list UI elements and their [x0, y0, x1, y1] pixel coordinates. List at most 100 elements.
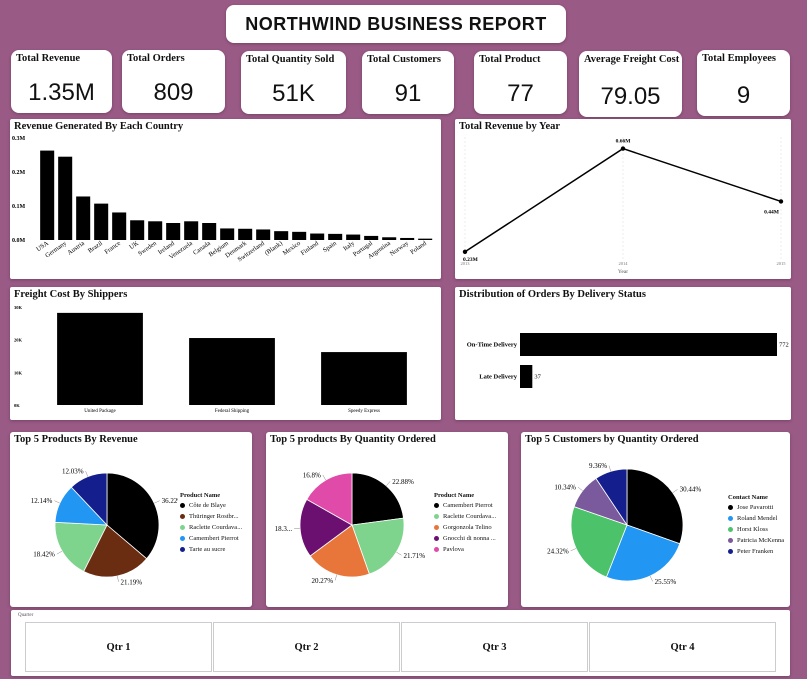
slice-label: 21.19%: [121, 578, 143, 586]
kpi-total-customers: Total Customers 91: [362, 51, 454, 114]
x-tick-label: 2015: [777, 261, 787, 266]
bar: [382, 237, 397, 240]
slice-label: 9.36%: [589, 462, 607, 470]
legend-label: Peter Franken: [737, 548, 774, 555]
kpi-total-orders: Total Orders 809: [122, 50, 225, 113]
leader-line: [649, 575, 653, 582]
legend-swatch: [434, 547, 439, 552]
kpi-label: Total Orders: [127, 53, 185, 64]
country-revenue-chart: 0.0M0.1M0.2M0.3MUSAGermanyAustria Brazil F…: [12, 136, 433, 263]
data-point: [620, 146, 626, 151]
kpi-total-employees: Total Employees 9: [697, 50, 790, 116]
bar: [40, 150, 55, 240]
bar: [256, 229, 271, 240]
pie-panel-products-quantity: Top 5 products By Quantity Ordered 22.88…: [266, 432, 508, 607]
products-quantity-pie: 22.88% 21.71% 20.27% 18.3... 16.8%: [275, 471, 426, 585]
pie-legend: Product Name Côte de Blaye Thüringer Rostb…: [180, 492, 242, 557]
kpi-label: Total Revenue: [16, 53, 81, 64]
leader-line: [322, 474, 327, 481]
leader-line: [54, 500, 60, 504]
x-tick-label: 2014: [619, 261, 629, 266]
slice-label: 20.27%: [311, 577, 333, 585]
legend-swatch: [728, 516, 733, 521]
legend-item: Raclette Courdava...: [180, 524, 242, 531]
legend-item: Camembert Pierrot: [180, 535, 242, 542]
quarter-slicer: Quarter Qtr 1 Qtr 2 Qtr 3 Qtr 4: [11, 610, 790, 676]
bar: [238, 228, 253, 240]
legend-swatch: [434, 514, 439, 519]
x-tick-label: Speedy Express: [348, 409, 380, 414]
leader-line: [154, 500, 160, 504]
bar: [520, 365, 533, 388]
bar: [76, 196, 91, 240]
kpi-value: 9: [736, 82, 751, 109]
shipper-chart-title: Freight Cost By Shippers: [14, 289, 128, 300]
legend-item: Gorgonzola Telino: [434, 524, 496, 531]
leader-line: [396, 551, 402, 556]
x-tick-label: Brazil: [87, 240, 104, 255]
legend-swatch: [728, 538, 733, 543]
y-tick-label: 0.1M: [12, 204, 26, 210]
kpi-total-revenue: Total Revenue 1.35M: [11, 50, 112, 113]
year-revenue-panel: Total Revenue by Year 2013 2014 2015 0.23M 0…: [455, 119, 791, 279]
legend-label: Camembert Pierrot: [443, 502, 493, 509]
report-title: NORTHWIND BUSINESS REPORT: [226, 5, 566, 43]
quarter-option-qtr4[interactable]: Qtr 4: [589, 622, 776, 672]
bar: [94, 203, 109, 240]
slice-label: 24.32%: [547, 547, 569, 555]
quarter-option-qtr3[interactable]: Qtr 3: [401, 622, 588, 672]
legend-item: Peter Franken: [728, 548, 784, 555]
legend-item: Patricia McKenna: [728, 537, 784, 544]
leader-line: [334, 574, 338, 581]
slice-label: 12.14%: [31, 497, 53, 505]
legend-item: Horst Kloss: [728, 526, 784, 533]
legend-label: Tarte au sucre: [189, 546, 226, 553]
kpi-label: Total Customers: [367, 54, 441, 65]
kpi-label: Total Employees: [702, 53, 776, 64]
legend-item: Camembert Pierrot: [434, 502, 496, 509]
country-revenue-panel: Revenue Generated By Each Country 0.0M 0.…: [10, 119, 441, 279]
quarter-option-qtr2[interactable]: Qtr 2: [213, 622, 400, 672]
bar: [184, 221, 199, 240]
kpi-value: 809: [153, 79, 194, 106]
legend-swatch: [728, 505, 733, 510]
legend-label: Camembert Pierrot: [189, 535, 239, 542]
category-label: On-Time Delivery: [467, 342, 518, 349]
legend-swatch: [180, 503, 185, 508]
bar: [58, 156, 73, 240]
bar: [220, 228, 235, 240]
shipper-freight-chart: 0K 10K 20K 30K United Package Federal Shippin…: [14, 305, 407, 414]
bar: [310, 233, 325, 240]
bar: [321, 352, 407, 405]
pie-panel-products-revenue: Top 5 Products By Revenue 36.22%21.19%18…: [10, 432, 252, 607]
x-tick-label: Sweden: [137, 239, 158, 257]
legend-item: Pavlova: [434, 546, 496, 553]
slice-label: 12.03%: [62, 468, 84, 476]
category-label: Late Delivery: [479, 374, 517, 381]
slice-label: 18.42%: [33, 551, 55, 559]
x-tick-label: France: [103, 240, 122, 256]
x-axis-title: Year: [618, 269, 628, 275]
y-tick-label: 0K: [14, 403, 20, 408]
legend-swatch: [434, 503, 439, 508]
slicer-label: Quarter: [18, 613, 34, 618]
quarter-option-qtr1[interactable]: Qtr 1: [25, 622, 212, 672]
customers-pie: 30.44% 25.55% 24.32% 10.34% 9.36%: [547, 462, 701, 586]
legend-label: Côte de Blaye: [189, 502, 226, 509]
leader-line: [570, 548, 577, 552]
legend-item: Tarte au sucre: [180, 546, 242, 553]
slice-label: 36.22%: [162, 497, 178, 505]
legend-swatch: [434, 525, 439, 530]
x-tick-label: Spain: [322, 239, 339, 254]
year-revenue-chart: 2013 2014 20150.23M0.66M0.44MYear: [461, 137, 787, 275]
legend-label: Jose Pavarotti: [737, 504, 774, 511]
bar: [400, 237, 415, 240]
slice-label: 22.88%: [392, 478, 414, 486]
bar: [202, 223, 217, 240]
pie-legend: Product Name Camembert Pierrot Raclette Co…: [434, 492, 496, 557]
x-tick-label: UK: [128, 240, 140, 251]
value-label: 37: [534, 374, 541, 381]
bar: [418, 238, 433, 240]
slice-label: 21.71%: [403, 552, 425, 560]
legend-item: Gnocchi di nonna ...: [434, 535, 496, 542]
